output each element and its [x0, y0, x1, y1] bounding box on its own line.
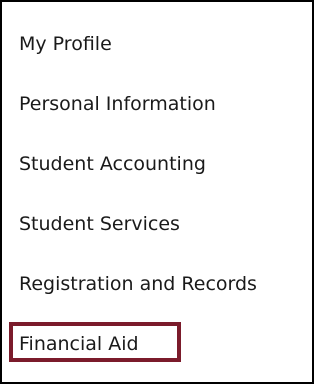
navigation-menu-panel: My Profile Personal Information Student …: [0, 0, 314, 384]
menu-item-personal-information[interactable]: Personal Information: [19, 89, 216, 119]
menu-item-registration-and-records[interactable]: Registration and Records: [19, 269, 257, 299]
menu-item-student-accounting[interactable]: Student Accounting: [19, 149, 206, 179]
menu-item-my-profile[interactable]: My Profile: [19, 29, 112, 59]
menu-item-financial-aid[interactable]: Financial Aid: [19, 329, 139, 359]
menu-item-student-services[interactable]: Student Services: [19, 209, 180, 239]
